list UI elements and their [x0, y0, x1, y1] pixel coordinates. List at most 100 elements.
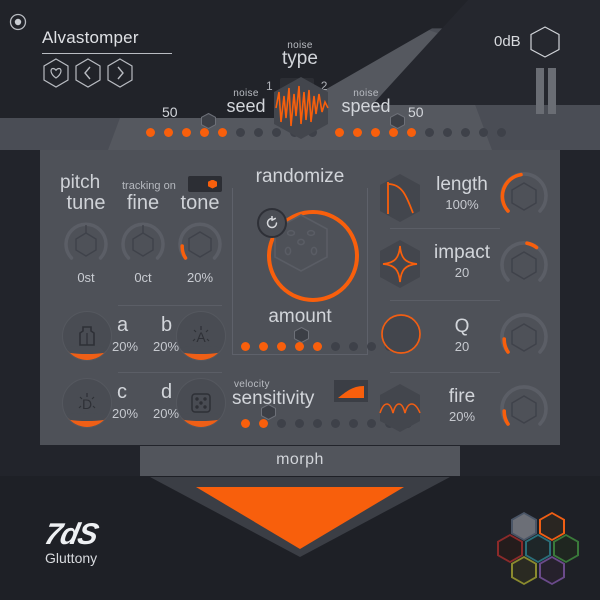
wave-bumps-icon	[379, 384, 421, 432]
q-knob[interactable]	[499, 312, 548, 358]
fine-value: 0ct	[134, 270, 152, 285]
length-knob[interactable]	[499, 171, 548, 217]
knob-icon	[500, 241, 548, 282]
tone-knob[interactable]	[177, 221, 223, 267]
noise-speed-value: 50	[408, 104, 424, 120]
noise-type-label: type	[282, 48, 318, 69]
power-button[interactable]	[8, 12, 28, 37]
pitch-label: pitch	[60, 172, 101, 193]
q-value: 20	[454, 339, 470, 354]
hexagon-handle-icon	[261, 403, 276, 421]
slot-a-key: a	[117, 314, 129, 336]
impact-label: impact	[434, 242, 490, 263]
noise-speed-dots[interactable]	[335, 128, 506, 137]
heart-icon	[43, 58, 69, 88]
decay-curve-icon	[380, 174, 420, 222]
circle-icon	[381, 314, 421, 354]
reset-arrow-icon	[266, 216, 278, 229]
svg-text:D: D	[82, 396, 92, 412]
tune-knob[interactable]	[63, 221, 109, 267]
noise-seed-label: seed	[226, 96, 266, 116]
knob-icon	[121, 222, 165, 260]
morph-label: morph	[276, 451, 324, 468]
slot-b-fill	[177, 346, 225, 360]
slot-d-button[interactable]	[176, 378, 226, 428]
slot-a-button[interactable]	[62, 311, 112, 361]
param-tune-label: tune	[66, 192, 106, 214]
output-level-value: 0dB	[494, 33, 521, 50]
tracking-toggle-switch	[208, 179, 217, 189]
favorite-button[interactable]	[42, 58, 70, 88]
randomize-reset-button[interactable]	[257, 208, 287, 238]
randomize-title: randomize	[232, 166, 368, 188]
fine-knob[interactable]	[120, 221, 166, 267]
tone-value: 20%	[186, 270, 214, 285]
star-burst-icon	[380, 240, 420, 288]
hexagon-handle-icon	[390, 112, 405, 130]
slot-a-value: 20%	[112, 339, 139, 354]
color-swatch-cluster[interactable]	[497, 512, 581, 588]
tracking-label: tracking on	[122, 180, 176, 192]
slot-a-fill	[63, 346, 111, 360]
param-tone: tone 20%	[172, 192, 228, 285]
fire-icon-button[interactable]	[377, 382, 423, 439]
velocity-curve-icon	[334, 380, 368, 402]
swatch-orange[interactable]	[539, 512, 565, 541]
power-icon	[9, 13, 27, 31]
slot-b-button[interactable]: A	[176, 311, 226, 361]
slot-d-fill	[177, 413, 225, 427]
impact-icon-button[interactable]	[377, 238, 423, 295]
swatch-yellow[interactable]	[511, 556, 537, 585]
knob-icon	[178, 222, 222, 260]
knob-icon	[500, 385, 548, 426]
swatch-green[interactable]	[553, 534, 579, 563]
swatch-purple[interactable]	[539, 556, 565, 585]
next-preset-button[interactable]	[106, 58, 134, 88]
param-fine-label: fine	[126, 192, 160, 214]
slot-c-key: c	[117, 381, 127, 403]
swatch-gray[interactable]	[511, 512, 537, 541]
length-label: length	[436, 174, 488, 195]
knob-icon	[500, 313, 548, 354]
slot-c-value: 20%	[112, 406, 139, 421]
slot-d-key: d	[161, 381, 173, 403]
preset-name[interactable]: Alvastomper	[42, 28, 192, 48]
noise-waveform	[272, 76, 330, 145]
prev-preset-button[interactable]	[74, 58, 102, 88]
param-fine: fine 0ct	[115, 192, 171, 285]
morph-bar[interactable]: morph	[140, 446, 460, 476]
brand-logo: 7dS Gluttony	[42, 518, 101, 566]
preset-underline	[42, 53, 172, 54]
q-label: Q	[454, 316, 470, 337]
output-meter-right	[548, 68, 556, 114]
q-icon-button[interactable]	[378, 312, 424, 363]
velocity-curve-button[interactable]	[334, 380, 368, 407]
plugin-window: Alvastomper 0dB noise type 1 2 50 noise …	[0, 0, 600, 600]
divider-left-1	[118, 305, 222, 306]
slot-c-fill	[63, 413, 111, 427]
divider-left-2	[118, 372, 222, 373]
tracking-toggle[interactable]	[188, 176, 222, 192]
param-tune: tune 0st	[58, 192, 114, 285]
hexagon-handle-icon	[294, 326, 309, 344]
randomize-dial[interactable]	[245, 188, 359, 302]
swatch-red[interactable]	[497, 534, 523, 563]
knob-icon	[500, 172, 548, 213]
length-value: 100%	[445, 197, 479, 212]
chevron-right-icon	[107, 58, 133, 88]
slot-b-key: b	[161, 314, 173, 336]
svg-text:A: A	[196, 329, 206, 345]
impact-knob[interactable]	[499, 240, 548, 286]
hexagon-icon	[530, 26, 560, 58]
tune-value: 0st	[77, 270, 95, 285]
divider-right-3	[390, 372, 500, 373]
output-meter-left	[536, 68, 544, 114]
fire-knob[interactable]	[499, 384, 548, 430]
noise-waveform-icon	[274, 77, 329, 139]
output-knob[interactable]	[528, 25, 562, 64]
knob-icon	[64, 222, 108, 260]
swatch-teal[interactable]	[525, 534, 551, 563]
slot-c-button[interactable]: D	[62, 378, 112, 428]
randomize-amount-label: amount	[268, 306, 332, 327]
length-icon-button[interactable]	[377, 172, 423, 229]
